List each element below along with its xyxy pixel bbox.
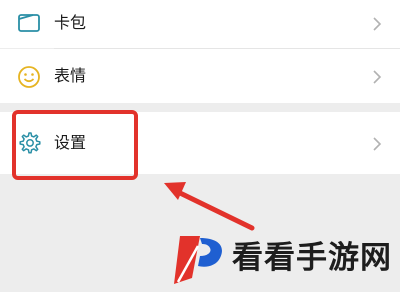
screen: 卡包 表情 设置 看看手游网 bbox=[0, 0, 400, 292]
watermark-text: 看看手游网 bbox=[232, 240, 392, 276]
